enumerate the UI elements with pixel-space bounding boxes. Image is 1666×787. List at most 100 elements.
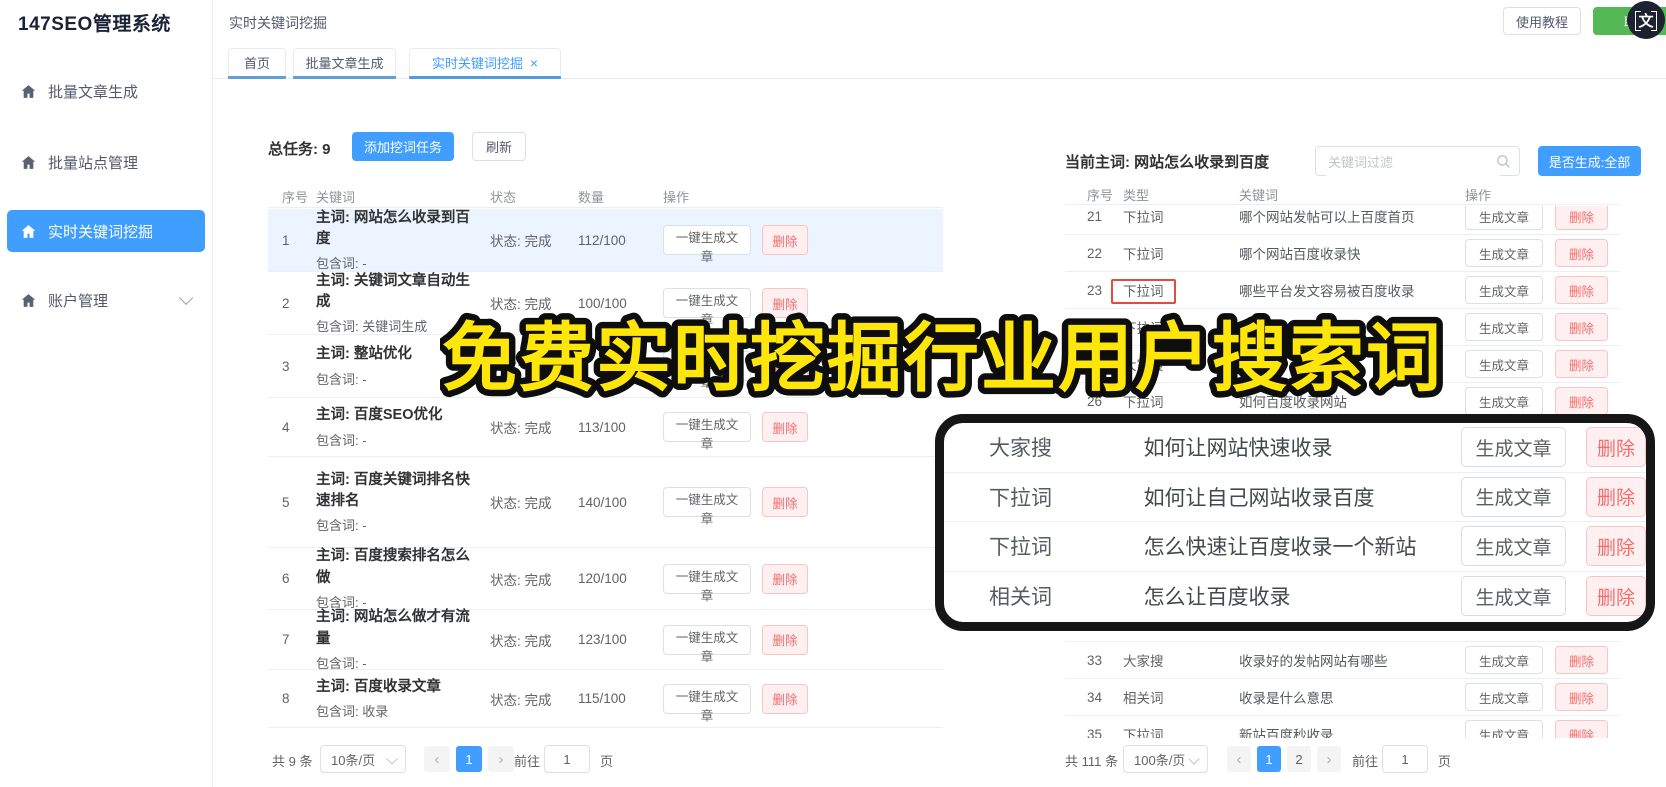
task-status: 状态: 完成 <box>490 234 552 249</box>
page-unit-label: 页 <box>1438 754 1452 769</box>
generate-article-button[interactable]: 一键生成文章 <box>663 225 751 264</box>
left-page-1-button[interactable]: 1 <box>456 746 482 772</box>
delete-button[interactable]: 删除 <box>1555 350 1608 378</box>
delete-button[interactable]: 删除 <box>1555 720 1608 738</box>
delete-button[interactable]: 删除 <box>1555 206 1608 230</box>
row-index: 24 <box>1087 319 1103 335</box>
generate-article-button[interactable]: 生成文章 <box>1465 387 1543 415</box>
delete-button[interactable]: 删除 <box>1555 313 1608 341</box>
delete-button[interactable]: 删除 <box>1555 239 1608 267</box>
generate-article-button[interactable]: 生成文章 <box>1465 683 1543 711</box>
sidebar-item-batch-site[interactable]: 批量站点管理 <box>7 141 205 183</box>
keyword-type: 下拉词 <box>1123 728 1164 738</box>
generate-article-button[interactable]: 一键生成文章 <box>663 683 751 723</box>
generate-article-button[interactable]: 生成文章 <box>1465 239 1543 267</box>
left-table: 1 主词: 网站怎么收录到百度 包含词: - 状态: 完成 112/100 一键… <box>268 209 943 728</box>
delete-button[interactable]: 删除 <box>1555 387 1608 415</box>
task-row[interactable]: 2 主词: 关键词文章自动生成 包含词: 关键词生成 状态: 完成 100/10… <box>268 272 943 335</box>
delete-button[interactable]: 删除 <box>1555 683 1608 711</box>
include-words: 包含词: - <box>316 371 367 387</box>
callout-row: 下拉词 怎么快速让百度收录一个新站 生成文章 删除 <box>944 522 1646 572</box>
right-prev-page-button[interactable]: ‹ <box>1227 746 1251 772</box>
row-index: 8 <box>282 691 290 706</box>
refresh-button[interactable]: 刷新 <box>472 132 526 161</box>
delete-button[interactable]: 删除 <box>762 683 808 714</box>
right-page-size-select[interactable]: 100条/页 <box>1123 745 1208 773</box>
tab-batch-article[interactable]: 批量文章生成 <box>293 48 396 79</box>
generate-article-button[interactable]: 生成文章 <box>1461 476 1566 517</box>
tab-bar: 首页 批量文章生成 实时关键词挖掘 × <box>213 41 1666 79</box>
left-prev-page-button[interactable]: ‹ <box>424 746 450 772</box>
generate-article-button[interactable]: 生成文章 <box>1465 206 1543 230</box>
generate-article-button[interactable]: 生成文章 <box>1465 646 1543 674</box>
task-quantity: 112/100 <box>578 232 626 248</box>
home-icon <box>20 223 37 240</box>
generate-article-button[interactable]: 生成文章 <box>1465 313 1543 341</box>
main-keyword: 主词: 关键词文章自动生成 <box>316 272 470 310</box>
generate-article-button[interactable]: 生成文章 <box>1461 576 1566 617</box>
delete-button[interactable]: 删除 <box>1555 276 1608 304</box>
delete-button[interactable]: 删除 <box>1586 476 1646 517</box>
task-row[interactable]: 3 主词: 整站优化 包含词: - 状态: 完成 一键生成文章 删除 <box>268 335 943 398</box>
generate-article-button[interactable]: 一键生成文章 <box>663 288 751 327</box>
right-goto-page-input[interactable] <box>1382 745 1428 773</box>
generate-article-button[interactable]: 一键生成文章 <box>663 412 751 451</box>
task-row[interactable]: 5 主词: 百度关键词排名快速排名 包含词: - 状态: 完成 140/100 … <box>268 457 943 548</box>
right-next-page-button[interactable]: › <box>1317 746 1341 772</box>
task-row[interactable]: 4 主词: 百度SEO优化 包含词: - 状态: 完成 113/100 一键生成… <box>268 398 943 457</box>
task-row[interactable]: 8 主词: 百度收录文章 包含词: 收录 状态: 完成 115/100 一键生成… <box>268 670 943 728</box>
left-goto-page-input[interactable] <box>544 745 590 773</box>
keyword-filter-input[interactable] <box>1326 148 1500 176</box>
generate-article-button[interactable]: 一键生成文章 <box>663 487 751 526</box>
delete-button[interactable]: 删除 <box>762 563 808 594</box>
generate-article-button[interactable]: 生成文章 <box>1465 276 1543 304</box>
generate-article-button[interactable]: 生成文章 <box>1461 427 1566 468</box>
add-mining-task-button[interactable]: 添加挖词任务 <box>352 132 454 161</box>
keyword-row: 34 相关词 收录是什么意思 生成文章 删除 <box>1065 679 1620 716</box>
generate-article-button[interactable]: 一键生成文章 <box>663 563 751 603</box>
delete-button[interactable]: 删除 <box>762 225 808 255</box>
delete-button[interactable]: 删除 <box>762 624 808 655</box>
close-icon[interactable]: × <box>530 56 538 70</box>
keyword-type: 相关词 <box>989 586 1052 610</box>
delete-button[interactable]: 删除 <box>762 487 808 517</box>
delete-button[interactable]: 删除 <box>1586 526 1646 567</box>
generate-article-button[interactable]: 生成文章 <box>1465 350 1543 378</box>
home-icon <box>20 154 37 171</box>
contact-float-icon[interactable]: 文 <box>1627 1 1665 39</box>
include-words: 包含词: 关键词生成 <box>316 319 428 335</box>
chevron-down-icon <box>179 290 194 305</box>
delete-button[interactable]: 删除 <box>762 288 808 318</box>
sidebar-item-account[interactable]: 账户管理 <box>7 279 205 321</box>
delete-button[interactable]: 删除 <box>1586 427 1646 468</box>
app-logo: 147SEO管理系统 <box>18 14 171 35</box>
generate-article-button[interactable]: 一键生成文章 <box>663 624 751 664</box>
sidebar-item-batch-article[interactable]: 批量文章生成 <box>7 70 205 112</box>
right-page-1-button[interactable]: 1 <box>1257 746 1281 772</box>
delete-button[interactable]: 删除 <box>762 412 808 442</box>
generate-all-button[interactable]: 是否生成:全部 <box>1538 146 1641 176</box>
tab-keyword-mining[interactable]: 实时关键词挖掘 × <box>409 48 561 79</box>
left-next-page-button[interactable]: › <box>488 746 514 772</box>
magnified-callout-box: 大家搜 如何让网站快速收录 生成文章 删除 下拉词 如何让自己网站收录百度 生成… <box>935 414 1655 631</box>
generate-article-button[interactable]: 生成文章 <box>1465 720 1543 738</box>
sidebar-item-keyword-mining[interactable]: 实时关键词挖掘 <box>7 210 205 252</box>
task-row[interactable]: 7 主词: 网站怎么做才有流量 包含词: - 状态: 完成 123/100 一键… <box>268 609 943 671</box>
delete-button[interactable]: 删除 <box>1555 646 1608 674</box>
delete-button[interactable]: 删除 <box>762 351 808 381</box>
include-words: 包含词: - <box>316 432 367 448</box>
generate-article-button[interactable]: 生成文章 <box>1461 526 1566 567</box>
left-page-size-select[interactable]: 10条/页 <box>320 745 406 773</box>
generate-article-button[interactable]: 一键生成文章 <box>663 351 751 390</box>
keyword-text: 如何让自己网站收录百度 <box>1143 486 1375 510</box>
task-status: 状态: 完成 <box>490 496 552 511</box>
right-page-2-button[interactable]: 2 <box>1287 746 1311 772</box>
task-status: 状态: 完成 <box>490 572 552 588</box>
tab-home[interactable]: 首页 <box>228 48 286 79</box>
delete-button[interactable]: 删除 <box>1586 576 1646 617</box>
keyword-type: 下拉词 <box>989 536 1052 560</box>
task-row[interactable]: 1 主词: 网站怎么收录到百度 包含词: - 状态: 完成 112/100 一键… <box>268 209 943 272</box>
goto-label: 前往 <box>514 754 541 769</box>
task-row[interactable]: 6 主词: 百度搜索排名怎么做 包含词: - 状态: 完成 120/100 一键… <box>268 548 943 610</box>
tutorial-button[interactable]: 使用教程 <box>1503 7 1581 35</box>
